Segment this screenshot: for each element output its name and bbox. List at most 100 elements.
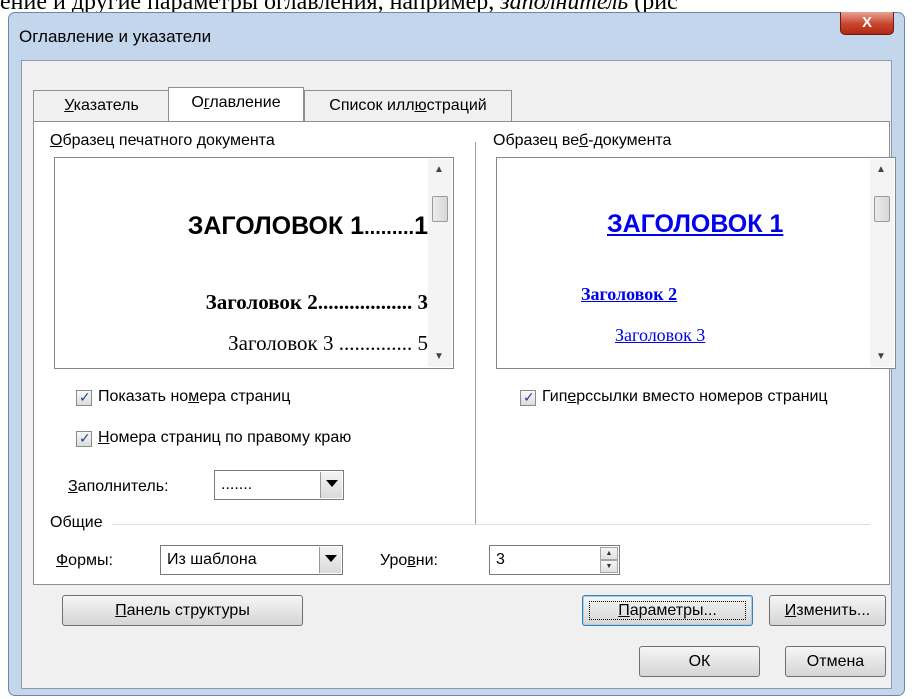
tab-toc-label: лавление xyxy=(209,94,281,111)
web-heading-2[interactable]: Заголовок 2 xyxy=(581,284,677,305)
leader-mnemonic: З xyxy=(68,478,78,495)
modify-button[interactable]: Изменить... xyxy=(769,595,886,626)
show-page-numbers-mnemonic: м xyxy=(188,388,200,405)
outline-toolbar-mnemonic: П xyxy=(115,602,127,619)
formats-select[interactable]: Из шаблона xyxy=(160,545,343,575)
levels-label: Уровни: xyxy=(380,552,438,570)
formats-label: Формы: xyxy=(56,552,113,570)
show-page-numbers-pre: Показать но xyxy=(98,388,189,405)
print-heading-2-page: 3 xyxy=(417,290,429,314)
tab-index[interactable]: Указатель xyxy=(33,90,170,122)
dialog-title: Оглавление и указатели xyxy=(19,27,212,46)
scroll-thumb[interactable] xyxy=(874,196,890,222)
scroll-down-icon[interactable]: ▼ xyxy=(434,351,444,362)
print-preview-scrollbar[interactable]: ▲ ▼ xyxy=(428,159,452,367)
tab-toc[interactable]: Оглавление xyxy=(168,87,304,121)
tab-figures[interactable]: Список иллюстраций xyxy=(304,90,512,122)
formats-value: Из шаблона xyxy=(167,551,257,568)
print-heading-3-leader: .............. xyxy=(338,331,413,355)
tab-toc-label-pre: О xyxy=(191,94,204,111)
leader-label-rest: аполнитель: xyxy=(77,478,169,495)
levels-label-rest: ни: xyxy=(415,552,438,569)
tab-index-mnemonic: У xyxy=(64,97,74,114)
chevron-down-icon xyxy=(326,480,338,487)
scroll-up-icon[interactable]: ▲ xyxy=(876,164,886,175)
formats-label-rest: ормы: xyxy=(68,552,113,569)
scroll-down-icon[interactable]: ▼ xyxy=(876,351,886,362)
print-heading-1-page: 1 xyxy=(414,212,428,240)
hyperlinks-checkbox[interactable]: ✓ xyxy=(520,389,536,406)
checkmark-icon: ✓ xyxy=(79,430,91,446)
tab-figures-label: страций xyxy=(426,97,487,114)
chevron-down-icon xyxy=(325,555,337,562)
web-preview-label: Образец веб-документа xyxy=(493,132,671,150)
checkmark-icon: ✓ xyxy=(79,389,91,405)
show-page-numbers-rest: ера страниц xyxy=(199,388,291,405)
web-preview-scrollbar[interactable]: ▲ ▼ xyxy=(870,159,894,367)
hyperlinks-label[interactable]: Гиперссылки вместо номеров страниц xyxy=(542,388,828,406)
tab-figures-label-pre: Список илл xyxy=(329,97,415,114)
print-heading-3-page: 5 xyxy=(417,331,429,355)
web-heading-3[interactable]: Заголовок 3 xyxy=(615,325,705,346)
scroll-thumb[interactable] xyxy=(432,196,448,222)
levels-spinner[interactable]: 3 ▲ ▼ xyxy=(489,545,620,575)
checkmark-icon: ✓ xyxy=(523,389,535,405)
hyperlinks-pre: Гип xyxy=(542,388,568,405)
print-heading-2-text: Заголовок 2 xyxy=(205,290,318,314)
right-align-rest: омера страниц по правому краю xyxy=(109,429,352,446)
print-preview-label: Образец печатного документа xyxy=(50,132,275,150)
tab-index-label: казатель xyxy=(73,97,139,114)
modify-label: зменить... xyxy=(796,602,871,619)
tab-figures-mnemonic: ю xyxy=(414,97,427,114)
print-heading-3: Заголовок 3 .............. 5 xyxy=(228,331,428,356)
print-heading-1: ЗАГОЛОВОК 1.........1 xyxy=(188,212,428,241)
right-align-label[interactable]: Номера страниц по правому краю xyxy=(98,429,351,447)
web-heading-1[interactable]: ЗАГОЛОВОК 1 xyxy=(607,210,783,239)
toc-tab-panel: Образец печатного документа ЗАГОЛОВОК 1.… xyxy=(33,121,896,585)
dialog-client-area: Указатель Оглавление Список иллюстраций … xyxy=(21,60,896,689)
leader-select[interactable]: ....... xyxy=(214,470,344,500)
dropdown-button[interactable] xyxy=(320,472,342,498)
web-preview-label-text: -документа xyxy=(588,132,672,149)
show-page-numbers-checkbox[interactable]: ✓ xyxy=(76,389,92,406)
leader-label: Заполнитель: xyxy=(68,478,169,496)
general-group-label: Общие xyxy=(50,514,103,531)
print-preview-label-text: бразец печатного документа xyxy=(62,132,275,149)
hyperlinks-mnemonic: е xyxy=(567,388,577,405)
levels-value: 3 xyxy=(496,551,505,568)
dropdown-button[interactable] xyxy=(319,547,341,573)
preview-divider xyxy=(475,142,476,524)
spin-up-icon[interactable]: ▲ xyxy=(600,547,618,560)
formats-mnemonic: Ф xyxy=(56,552,69,569)
ok-button[interactable]: ОК xyxy=(639,646,760,677)
modify-mnemonic: И xyxy=(784,602,797,619)
hyperlinks-rest: рссылки вместо номеров страниц xyxy=(576,388,828,405)
close-icon: X xyxy=(861,14,872,31)
print-preview-box[interactable]: ЗАГОЛОВОК 1.........1 Заголовок 2.......… xyxy=(54,157,454,369)
cancel-button[interactable]: Отмена xyxy=(785,646,886,677)
close-button[interactable]: X xyxy=(840,12,894,35)
web-preview-mnemonic: б xyxy=(578,132,589,149)
levels-label-pre: Уро xyxy=(380,552,408,569)
right-align-checkbox[interactable]: ✓ xyxy=(76,430,92,447)
show-page-numbers-label[interactable]: Показать номера страниц xyxy=(98,388,290,406)
scroll-up-icon[interactable]: ▲ xyxy=(434,164,444,175)
print-heading-2: Заголовок 2.................. 3 xyxy=(206,290,428,315)
toc-dialog: Оглавление и указатели X Указатель Оглав… xyxy=(8,12,905,696)
print-heading-1-leader: ......... xyxy=(364,217,415,239)
focus-indicator xyxy=(589,601,746,620)
outline-toolbar-button[interactable]: Панель структуры xyxy=(62,595,303,626)
print-heading-3-text: Заголовок 3 xyxy=(228,331,334,355)
spin-down-icon[interactable]: ▼ xyxy=(600,560,618,573)
options-button[interactable]: Параметры... xyxy=(582,595,753,626)
leader-value: ....... xyxy=(221,476,253,493)
right-align-mnemonic: Н xyxy=(98,429,110,446)
general-group-line xyxy=(112,524,870,525)
print-heading-1-text: ЗАГОЛОВОК 1 xyxy=(187,212,365,240)
web-preview-box[interactable]: ЗАГОЛОВОК 1 Заголовок 2 Заголовок 3 ▲ ▼ xyxy=(496,157,896,369)
web-preview-label-pre: Образец ве xyxy=(493,132,579,149)
levels-mnemonic: в xyxy=(407,552,416,569)
print-heading-2-leader: .................. xyxy=(317,290,413,314)
print-preview-mnemonic: О xyxy=(50,132,63,149)
outline-toolbar-label: анель структуры xyxy=(126,602,250,619)
